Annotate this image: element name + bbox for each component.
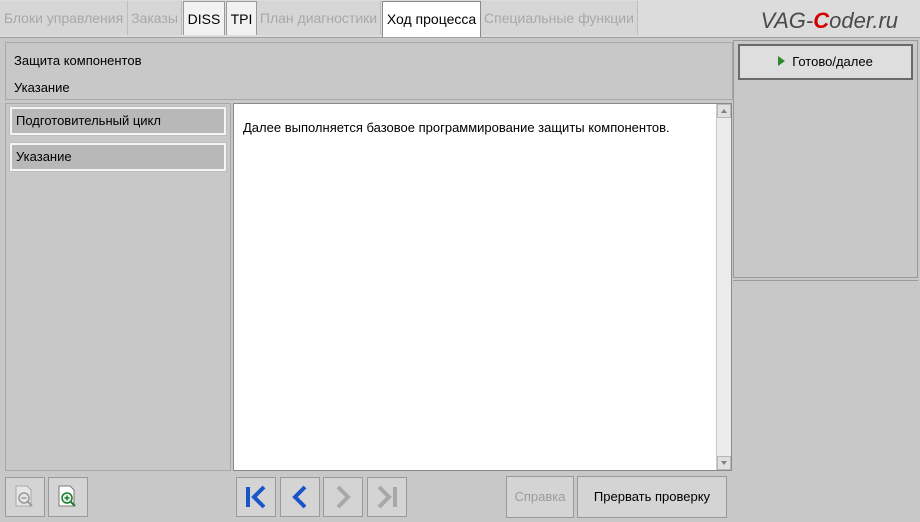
step-header: Защита компонентов Указание	[5, 42, 733, 100]
zoom-in-icon	[58, 485, 76, 507]
step-item-preparation[interactable]: Подготовительный цикл	[9, 106, 227, 136]
tab-bar: Блоки управления Заказы DISS TPI План ди…	[0, 0, 920, 38]
first-step-button[interactable]	[236, 477, 276, 517]
page-title: Защита компонентов	[14, 53, 142, 68]
help-button: Справка	[506, 476, 574, 518]
instruction-text-area: Далее выполняется базовое программирован…	[233, 103, 732, 471]
done-next-button[interactable]: Готово/далее	[738, 44, 913, 80]
step-label: Подготовительный цикл	[12, 109, 224, 133]
zoom-out-button[interactable]	[5, 477, 45, 517]
tab-diss[interactable]: DISS	[183, 1, 225, 35]
page-subtitle: Указание	[14, 80, 70, 95]
zoom-in-button[interactable]	[48, 477, 88, 517]
scroll-up-button[interactable]	[717, 104, 731, 118]
arrow-down-icon	[721, 461, 727, 465]
chevron-left-icon	[292, 485, 307, 509]
tab-orders: Заказы	[128, 1, 182, 35]
next-step-button	[323, 477, 363, 517]
vertical-scrollbar[interactable]	[716, 104, 731, 470]
last-step-button	[367, 477, 407, 517]
arrow-up-icon	[721, 109, 727, 113]
previous-step-button[interactable]	[280, 477, 320, 517]
step-item-note[interactable]: Указание	[9, 142, 227, 172]
play-icon	[778, 56, 786, 66]
chevron-right-icon	[336, 485, 351, 509]
scroll-down-button[interactable]	[717, 456, 731, 470]
tab-diagnostic-plan: План диагностики	[257, 1, 381, 35]
skip-first-icon	[246, 485, 266, 509]
skip-last-icon	[377, 485, 397, 509]
abort-check-button[interactable]: Прервать проверку	[577, 476, 727, 518]
action-panel: Готово/далее	[733, 40, 918, 278]
bottom-toolbar: Справка Прервать проверку	[0, 471, 733, 522]
tab-special-functions: Специальные функции	[481, 1, 638, 35]
instruction-text: Далее выполняется базовое программирован…	[243, 120, 670, 135]
tab-control-units: Блоки управления	[0, 1, 128, 35]
step-label: Указание	[12, 145, 224, 169]
info-panel	[733, 280, 918, 518]
tab-process[interactable]: Ход процесса	[382, 1, 481, 37]
zoom-out-icon	[15, 485, 33, 507]
watermark-logo: VAG-Coder.ru	[760, 8, 898, 33]
tab-tpi[interactable]: TPI	[226, 1, 257, 35]
step-list: Подготовительный цикл Указание	[5, 103, 231, 471]
